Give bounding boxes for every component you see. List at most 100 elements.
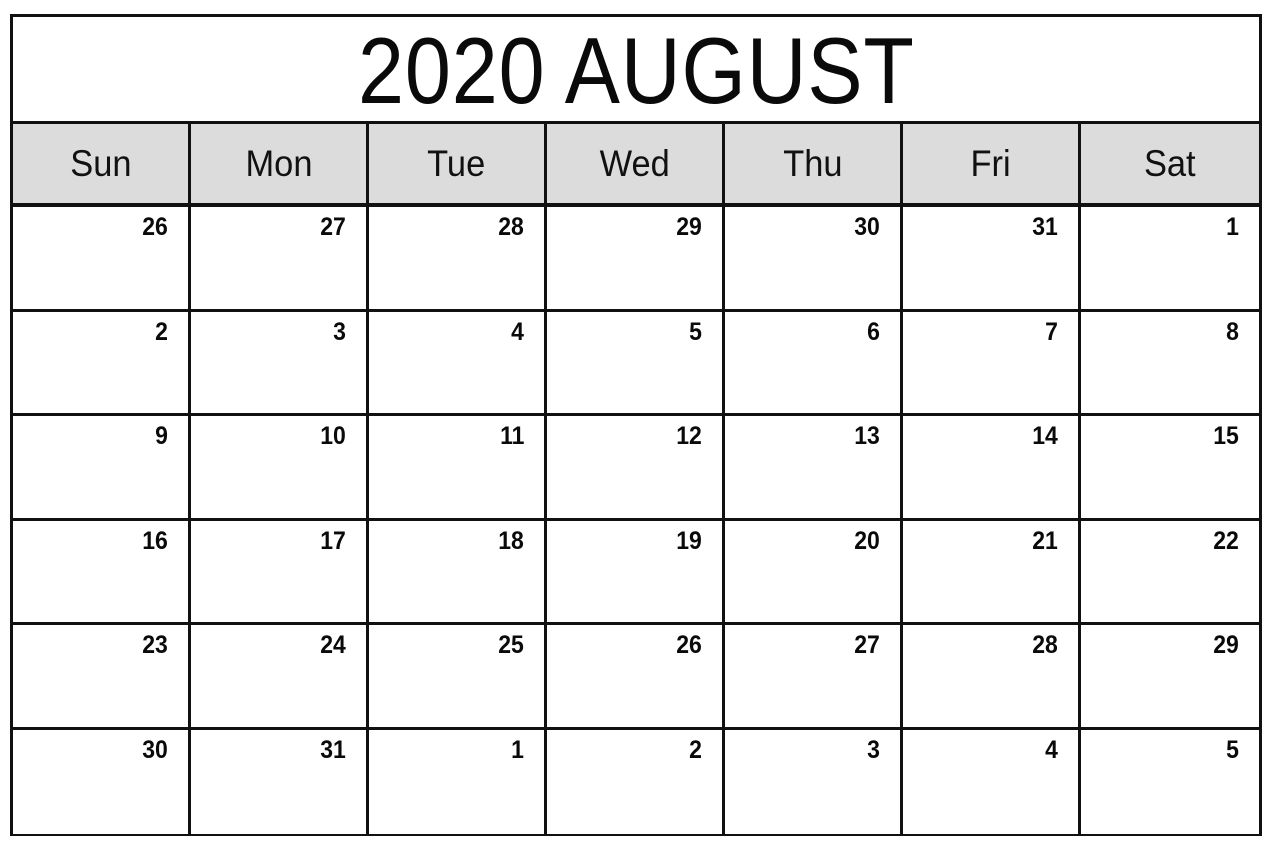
day-cell[interactable]: 2 xyxy=(13,311,191,413)
weekday-header-thu: Thu xyxy=(725,124,903,203)
weekday-label: Mon xyxy=(245,142,312,184)
day-cell[interactable]: 31 xyxy=(903,207,1081,309)
calendar-page: 2020 AUGUST Sun Mon Tue Wed Thu Fri Sat xyxy=(0,0,1273,857)
day-number: 12 xyxy=(676,422,702,450)
day-number: 3 xyxy=(867,735,880,764)
day-number: 4 xyxy=(1045,735,1058,764)
day-cell[interactable]: 5 xyxy=(1081,729,1259,834)
page-title: 2020 AUGUST xyxy=(357,18,915,123)
day-number: 30 xyxy=(854,213,880,241)
day-cell[interactable]: 1 xyxy=(369,729,547,834)
day-cell[interactable]: 26 xyxy=(547,625,725,727)
day-cell[interactable]: 31 xyxy=(191,729,369,834)
day-number: 23 xyxy=(142,631,168,659)
day-cell[interactable]: 16 xyxy=(13,520,191,622)
calendar-weeks-grid: 26 27 28 29 30 31 1 2 3 4 5 6 7 8 9 10 1… xyxy=(13,207,1259,834)
day-cell[interactable]: 23 xyxy=(13,625,191,727)
day-cell[interactable]: 12 xyxy=(547,416,725,518)
day-cell[interactable]: 15 xyxy=(1081,416,1259,518)
day-cell[interactable]: 4 xyxy=(903,729,1081,834)
calendar-frame: 2020 AUGUST Sun Mon Tue Wed Thu Fri Sat xyxy=(10,14,1262,836)
day-cell[interactable]: 30 xyxy=(13,729,191,834)
day-number: 2 xyxy=(155,317,168,346)
day-number: 9 xyxy=(155,422,168,450)
day-cell[interactable]: 5 xyxy=(547,311,725,413)
day-cell[interactable]: 7 xyxy=(903,311,1081,413)
day-cell[interactable]: 17 xyxy=(191,520,369,622)
week-row: 2 3 4 5 6 7 8 xyxy=(13,311,1259,416)
day-cell[interactable]: 24 xyxy=(191,625,369,727)
day-cell[interactable]: 21 xyxy=(903,520,1081,622)
day-cell[interactable]: 22 xyxy=(1081,520,1259,622)
day-cell[interactable]: 27 xyxy=(725,625,903,727)
weekday-label: Sun xyxy=(69,142,132,184)
day-number: 6 xyxy=(867,317,880,346)
day-number: 1 xyxy=(511,735,524,764)
calendar-title-banner: 2020 AUGUST xyxy=(13,17,1259,124)
day-cell[interactable]: 13 xyxy=(725,416,903,518)
day-number: 2 xyxy=(689,735,702,764)
weekday-label: Tue xyxy=(427,142,486,184)
day-cell[interactable]: 26 xyxy=(13,207,191,309)
weekday-header-wed: Wed xyxy=(547,124,725,203)
day-number: 20 xyxy=(854,526,880,555)
day-number: 27 xyxy=(320,213,346,241)
day-cell[interactable]: 2 xyxy=(547,729,725,834)
day-cell[interactable]: 20 xyxy=(725,520,903,622)
day-number: 25 xyxy=(498,631,524,659)
day-number: 21 xyxy=(1032,526,1058,555)
day-cell[interactable]: 29 xyxy=(547,207,725,309)
day-cell[interactable]: 30 xyxy=(725,207,903,309)
day-cell[interactable]: 14 xyxy=(903,416,1081,518)
day-cell[interactable]: 18 xyxy=(369,520,547,622)
day-number: 10 xyxy=(320,422,346,450)
day-number: 17 xyxy=(320,526,346,555)
day-number: 26 xyxy=(676,631,702,659)
weekday-header-fri: Fri xyxy=(903,124,1081,203)
day-number: 13 xyxy=(854,422,880,450)
day-cell[interactable]: 1 xyxy=(1081,207,1259,309)
day-number: 31 xyxy=(320,735,346,764)
day-cell[interactable]: 8 xyxy=(1081,311,1259,413)
day-number: 19 xyxy=(676,526,702,555)
day-cell[interactable]: 27 xyxy=(191,207,369,309)
day-number: 11 xyxy=(499,422,524,450)
day-number: 14 xyxy=(1032,422,1058,450)
week-row: 9 10 11 12 13 14 15 xyxy=(13,416,1259,521)
weekday-label: Thu xyxy=(782,142,843,184)
day-cell[interactable]: 4 xyxy=(369,311,547,413)
day-cell[interactable]: 9 xyxy=(13,416,191,518)
day-cell[interactable]: 25 xyxy=(369,625,547,727)
day-cell[interactable]: 11 xyxy=(369,416,547,518)
day-number: 22 xyxy=(1213,526,1239,555)
week-row: 26 27 28 29 30 31 1 xyxy=(13,207,1259,312)
day-number: 15 xyxy=(1213,422,1239,450)
day-number: 4 xyxy=(511,317,524,346)
day-cell[interactable]: 6 xyxy=(725,311,903,413)
day-number: 27 xyxy=(854,631,880,659)
day-cell[interactable]: 28 xyxy=(903,625,1081,727)
day-number: 28 xyxy=(1032,631,1058,659)
day-cell[interactable]: 3 xyxy=(725,729,903,834)
day-number: 30 xyxy=(142,735,168,764)
weekday-header-mon: Mon xyxy=(191,124,369,203)
day-cell[interactable]: 19 xyxy=(547,520,725,622)
weekday-label: Wed xyxy=(599,142,670,184)
day-cell[interactable]: 3 xyxy=(191,311,369,413)
weekday-label: Fri xyxy=(970,142,1011,184)
day-number: 29 xyxy=(1213,631,1239,659)
day-number: 8 xyxy=(1226,317,1239,346)
day-number: 24 xyxy=(320,631,346,659)
day-number: 3 xyxy=(333,317,346,346)
day-number: 16 xyxy=(142,526,168,555)
day-number: 1 xyxy=(1226,213,1239,241)
day-number: 18 xyxy=(498,526,524,555)
day-cell[interactable]: 29 xyxy=(1081,625,1259,727)
day-cell[interactable]: 28 xyxy=(369,207,547,309)
week-row: 16 17 18 19 20 21 22 xyxy=(13,520,1259,625)
week-row: 23 24 25 26 27 28 29 xyxy=(13,625,1259,730)
day-cell[interactable]: 10 xyxy=(191,416,369,518)
weekday-header-sun: Sun xyxy=(13,124,191,203)
day-number: 29 xyxy=(676,213,702,241)
weekday-header-tue: Tue xyxy=(369,124,547,203)
